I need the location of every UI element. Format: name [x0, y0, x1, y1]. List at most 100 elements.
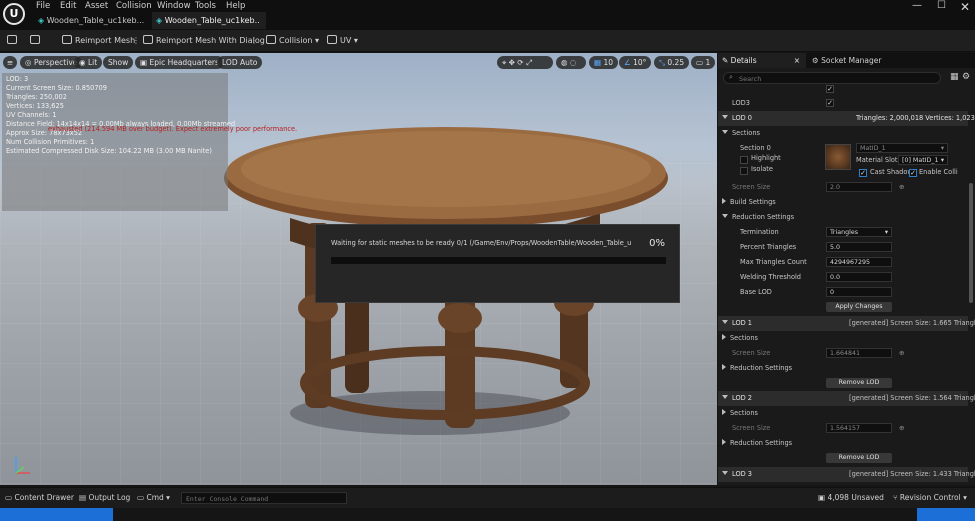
- rotation-snap-button[interactable]: ∠ 10°: [619, 56, 652, 69]
- menu-edit[interactable]: Edit: [60, 1, 76, 11]
- transform-tools[interactable]: ⌖ ✥ ⟳ ⤢: [497, 56, 553, 69]
- stats-overlay: LOD: 3 Current Screen Size: 0.850709 Tri…: [2, 73, 235, 211]
- screen-size-field[interactable]: 2.0: [826, 182, 892, 192]
- apply-changes-button[interactable]: Apply Changes: [826, 302, 892, 312]
- uv-dropdown[interactable]: UV ▾: [327, 34, 358, 48]
- tab-socket-manager[interactable]: ⚙ Socket Manager: [812, 53, 912, 68]
- menu-tools[interactable]: Tools: [195, 1, 216, 11]
- lod-auto-button[interactable]: LOD Auto: [217, 56, 263, 69]
- remove-lod1-button[interactable]: Remove LOD: [826, 378, 892, 388]
- reduction-settings[interactable]: Reduction Settings: [718, 210, 968, 225]
- add-icon[interactable]: ⊕: [899, 346, 905, 361]
- lod1-header[interactable]: LOD 1 [generated] Screen Size: 1.665 Tri…: [718, 316, 975, 331]
- active-indicator-right: [917, 508, 975, 521]
- preview-scene-button[interactable]: ▣ Epic Headquarters: [135, 56, 224, 69]
- cmd-dropdown[interactable]: ▭ Cmd ▾: [137, 492, 170, 504]
- output-log-button[interactable]: ▤ Output Log: [79, 492, 130, 504]
- maximize-icon[interactable]: ☐: [937, 0, 946, 11]
- stat-line: UV Channels: 1: [6, 111, 57, 119]
- lit-icon: ◉: [79, 58, 88, 67]
- menu-collision[interactable]: Collision: [116, 1, 152, 11]
- reimport-icon: [143, 35, 153, 44]
- collision-dropdown[interactable]: Collision ▾: [266, 34, 319, 48]
- termination-dropdown[interactable]: Triangles ▾: [826, 227, 892, 237]
- lod0-header[interactable]: LOD 0 Triangles: 2,000,018 Vertices: 1,0…: [718, 111, 975, 126]
- apply-row: Apply Changes: [718, 300, 968, 315]
- search-input[interactable]: [739, 74, 934, 83]
- material-thumbnail[interactable]: [825, 144, 851, 170]
- show-button[interactable]: Show: [103, 56, 134, 69]
- coordinate-space-icon[interactable]: ◍ ◌: [556, 56, 586, 69]
- material-dropdown[interactable]: MatID_1 ▾: [856, 143, 948, 153]
- lod1-reduction[interactable]: Reduction Settings: [718, 361, 968, 376]
- save-icon[interactable]: [7, 34, 20, 48]
- content-drawer-button[interactable]: ▭ Content Drawer: [5, 492, 74, 504]
- settings-icon[interactable]: ⚙: [962, 72, 970, 82]
- max-triangles-row: Max Triangles Count 4294967295: [718, 255, 968, 270]
- percent-triangles-field[interactable]: 5.0: [826, 242, 892, 252]
- viewport-menu-icon[interactable]: ≡: [3, 56, 17, 69]
- isolate-checkbox[interactable]: [740, 167, 748, 175]
- console-box[interactable]: [181, 492, 347, 504]
- lod1-sections[interactable]: Sections: [718, 331, 968, 346]
- reimport-with-dialog-button[interactable]: Reimport Mesh With Dialog: [143, 34, 265, 48]
- unsaved-button[interactable]: ▣ 4,098 Unsaved: [818, 492, 884, 504]
- console-input[interactable]: [186, 494, 342, 503]
- minimize-icon[interactable]: —: [912, 0, 922, 11]
- tab-details[interactable]: ✎ Details ×: [718, 53, 806, 68]
- lod3-header[interactable]: LOD 3 [generated] Screen Size: 1.433 Tri…: [718, 467, 975, 482]
- lod-checkbox[interactable]: ✓: [826, 85, 834, 93]
- tab-wooden-table-2[interactable]: ◈ Wooden_Table_uc1keb.. • ×: [152, 12, 266, 42]
- build-settings[interactable]: Build Settings: [718, 195, 968, 210]
- view-options-icon[interactable]: ▦: [950, 72, 959, 82]
- revision-control-button[interactable]: ⑂ Revision Control ▾: [893, 492, 967, 504]
- lod3-checkbox[interactable]: ✓: [826, 99, 834, 107]
- menu-file[interactable]: File: [36, 1, 50, 11]
- lod2-header[interactable]: LOD 2 [generated] Screen Size: 1.564 Tri…: [718, 391, 975, 406]
- grid-snap-button[interactable]: ▦ 10: [589, 56, 619, 69]
- stat-line: Triangles: 250,002: [6, 93, 67, 101]
- menu-asset[interactable]: Asset: [85, 1, 108, 11]
- lod0-sections[interactable]: Sections: [718, 126, 968, 141]
- more-options-icon[interactable]: ⋮: [250, 34, 258, 48]
- menu-window[interactable]: Window: [157, 1, 191, 11]
- lod2-reduction[interactable]: Reduction Settings: [718, 436, 968, 451]
- remove-lod2-button[interactable]: Remove LOD: [826, 453, 892, 463]
- add-icon[interactable]: ⊕: [899, 421, 905, 436]
- browse-icon[interactable]: [30, 34, 43, 48]
- material-slot-dropdown[interactable]: [0] MatID_1 ▾: [898, 155, 948, 165]
- perspective-icon: ◎: [25, 58, 34, 67]
- camera-speed-button[interactable]: ▭ 1: [691, 56, 716, 69]
- title-bar: U File Edit Asset Collision Window Tools…: [0, 0, 975, 42]
- close-window-icon[interactable]: ✕: [960, 0, 970, 14]
- max-triangles-field[interactable]: 4294967295: [826, 257, 892, 267]
- enable-collision-checkbox[interactable]: ✓: [909, 169, 917, 177]
- screen-size-field[interactable]: 1.664841: [826, 348, 892, 358]
- search-box[interactable]: ⌕: [723, 72, 941, 84]
- progress-dialog: Waiting for static meshes to be ready 0/…: [315, 224, 680, 303]
- reimport-mesh-button[interactable]: Reimport Mesh: [62, 34, 135, 48]
- add-icon[interactable]: ⊕: [899, 180, 905, 195]
- unreal-logo-icon[interactable]: U: [3, 3, 25, 25]
- progress-message: Waiting for static meshes to be ready 0/…: [331, 239, 631, 247]
- collision-icon: [266, 35, 276, 44]
- scrollbar[interactable]: [969, 183, 973, 303]
- cast-shadow-checkbox[interactable]: ✓: [859, 169, 867, 177]
- taskbar-strip: [0, 508, 975, 521]
- axis-gizmo: [15, 457, 30, 474]
- screen-size-field[interactable]: 1.564157: [826, 423, 892, 433]
- lod2-remove-row: Remove LOD: [718, 451, 968, 466]
- welding-threshold-field[interactable]: 0.0: [826, 272, 892, 282]
- close-icon[interactable]: ×: [794, 53, 800, 68]
- lod2-sections[interactable]: Sections: [718, 406, 968, 421]
- scale-snap-button[interactable]: ⤡ 0.25: [654, 56, 690, 69]
- lit-button[interactable]: ◉ Lit: [74, 56, 103, 69]
- menu-help[interactable]: Help: [226, 1, 245, 11]
- base-lod-field[interactable]: 0: [826, 287, 892, 297]
- uv-icon: [327, 35, 337, 44]
- more-options-icon[interactable]: ⋮: [132, 34, 140, 48]
- stat-line: Vertices: 133,625: [6, 102, 64, 110]
- stat-line: Estimated Compressed Disk Size: 104.22 M…: [6, 147, 212, 155]
- tab-wooden-table-1[interactable]: ◈ Wooden_Table_uc1keb...: [34, 12, 146, 29]
- highlight-checkbox[interactable]: [740, 156, 748, 164]
